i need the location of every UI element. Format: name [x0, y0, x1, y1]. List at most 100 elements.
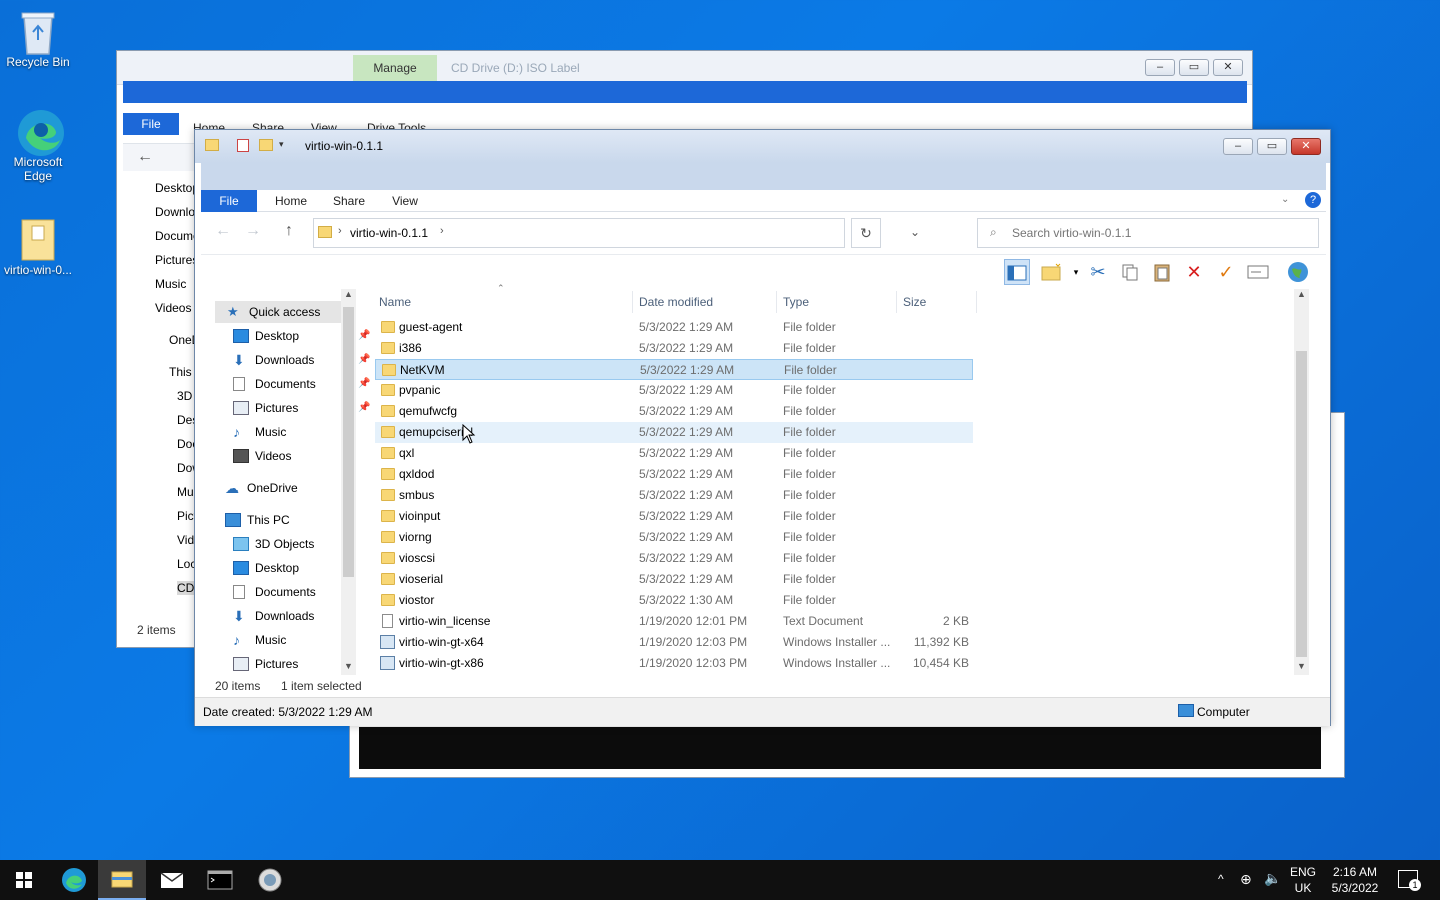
pin-icon[interactable]: 📌 [358, 397, 370, 419]
view-tab[interactable]: View [377, 190, 433, 212]
file-row[interactable]: qemufwcfg 5/3/2022 1:29 AM File folder [375, 401, 973, 422]
cut-icon[interactable]: ✂ [1085, 259, 1111, 285]
file-type: File folder [783, 488, 836, 502]
edge-taskbar-button[interactable] [50, 860, 98, 900]
terminal-taskbar-button[interactable] [196, 860, 244, 900]
home-tab[interactable]: Home [263, 190, 319, 212]
file-scrollbar[interactable]: ▲ ▼ [1294, 289, 1309, 675]
file-row[interactable]: virtio-win-gt-x86 1/19/2020 12:03 PM Windo… [375, 653, 973, 674]
file-explorer-taskbar-button[interactable] [98, 860, 146, 900]
notification-center-icon[interactable]: 1 [1398, 870, 1421, 891]
search-input[interactable] [1012, 223, 1312, 243]
file-row[interactable]: NetKVM 5/3/2022 1:29 AM File folder [375, 359, 973, 380]
back-arrow-icon[interactable]: ← [137, 148, 153, 166]
breadcrumb[interactable]: virtio-win-0.1.1 [350, 226, 428, 240]
address-dropdown-icon[interactable]: ⌄ [910, 225, 920, 239]
address-bar[interactable]: › virtio-win-0.1.1 › ⌄ [313, 218, 920, 248]
edge-icon [62, 868, 86, 892]
file-row[interactable]: vioinput 5/3/2022 1:29 AM File folder [375, 506, 973, 527]
back-side-item[interactable]: Documents [155, 229, 199, 243]
pin-icon[interactable]: 📌 [358, 349, 370, 371]
volume-muted-icon[interactable]: 🔈 [1264, 870, 1281, 887]
file-row[interactable]: qxldod 5/3/2022 1:29 AM File folder [375, 464, 973, 485]
file-row[interactable]: virtio-win-gt-x64 1/19/2020 12:03 PM Windo… [375, 632, 973, 653]
up-arrow-icon[interactable]: ↑ [285, 222, 293, 240]
manage-context-tab[interactable]: Manage [353, 55, 437, 81]
back-side-item[interactable]: Downloads [155, 205, 199, 219]
check-icon[interactable]: ✓ [1213, 259, 1239, 285]
minimize-button[interactable]: – [1223, 138, 1253, 155]
back-side-item[interactable]: Pictures [155, 253, 199, 267]
file-row[interactable]: i386 5/3/2022 1:29 AM File folder [375, 338, 973, 359]
maximize-button[interactable]: ▭ [1257, 138, 1287, 155]
documents-icon [233, 377, 245, 391]
globe-icon[interactable] [1285, 259, 1311, 285]
back-file-tab[interactable]: File [123, 113, 179, 135]
copy-icon[interactable] [1117, 259, 1143, 285]
file-type: File folder [783, 446, 836, 460]
clock[interactable]: 2:16 AM 5/3/2022 [1328, 864, 1382, 896]
file-row[interactable]: viorng 5/3/2022 1:29 AM File folder [375, 527, 973, 548]
scroll-down-icon[interactable]: ▼ [1297, 661, 1306, 671]
pin-icon[interactable]: 📌 [358, 373, 370, 395]
nav-scrollbar[interactable]: ▲ ▼ [341, 289, 356, 675]
file-name: guest-agent [399, 320, 463, 334]
file-name: viorng [399, 530, 432, 544]
nav-scroll-thumb[interactable] [343, 307, 354, 577]
column-header-size[interactable]: Size [897, 291, 977, 313]
properties-icon[interactable] [237, 139, 249, 152]
file-tab[interactable]: File [201, 190, 257, 212]
pin-icon[interactable]: 📌 [358, 325, 370, 347]
file-row[interactable]: qxl 5/3/2022 1:29 AM File folder [375, 443, 973, 464]
forward-arrow-icon[interactable]: → [245, 222, 261, 240]
back-side-item[interactable]: Desktop [155, 181, 199, 195]
edge-desktop-icon[interactable]: Microsoft Edge [0, 108, 76, 183]
back-minimize-button[interactable]: – [1145, 59, 1175, 76]
file-row[interactable]: viostor 5/3/2022 1:30 AM File folder [375, 590, 973, 611]
back-maximize-button[interactable]: ▭ [1179, 59, 1209, 76]
back-side-item[interactable]: Music [155, 277, 199, 291]
breadcrumb-chevron-icon[interactable]: › [440, 225, 444, 237]
file-row[interactable]: vioserial 5/3/2022 1:29 AM File folder [375, 569, 973, 590]
explorer-window[interactable]: ▾ virtio-win-0.1.1 – ▭ ✕ File Home Share… [194, 129, 1331, 726]
start-button[interactable] [0, 860, 48, 900]
language-indicator[interactable]: ENG UK [1290, 864, 1316, 896]
paste-icon[interactable] [1149, 259, 1175, 285]
preview-pane-icon[interactable] [1004, 259, 1030, 285]
refresh-icon[interactable]: ↻ [851, 218, 881, 248]
back-side-item[interactable]: Videos [155, 301, 199, 315]
file-scroll-thumb[interactable] [1296, 351, 1307, 657]
help-icon[interactable]: ? [1305, 192, 1321, 208]
breadcrumb-chevron-icon[interactable]: › [338, 225, 342, 237]
mail-taskbar-button[interactable] [148, 860, 196, 900]
file-row[interactable]: virtio-win_license 1/19/2020 12:01 PM Text… [375, 611, 973, 632]
file-row[interactable]: smbus 5/3/2022 1:29 AM File folder [375, 485, 973, 506]
new-folder-icon[interactable] [1039, 259, 1065, 285]
rename-icon[interactable] [1245, 259, 1271, 285]
network-icon[interactable]: ⊕ [1240, 871, 1252, 888]
delete-icon[interactable]: ✕ [1181, 259, 1207, 285]
search-box[interactable]: ⌕ [977, 218, 1319, 248]
share-tab[interactable]: Share [321, 190, 377, 212]
column-header-date[interactable]: Date modified [633, 291, 777, 313]
file-row[interactable]: vioscsi 5/3/2022 1:29 AM File folder [375, 548, 973, 569]
tray-chevron-icon[interactable]: ^ [1218, 872, 1224, 886]
qat-dropdown-icon[interactable]: ▾ [279, 139, 284, 150]
scroll-up-icon[interactable]: ▲ [344, 289, 353, 299]
back-close-button[interactable]: ✕ [1213, 59, 1243, 76]
nav-label: Documents [255, 377, 316, 391]
file-row[interactable]: pvpanic 5/3/2022 1:29 AM File folder [375, 380, 973, 401]
column-header-type[interactable]: Type [777, 291, 897, 313]
ribbon-expand-icon[interactable]: ⌄ [1281, 194, 1289, 205]
file-row[interactable]: guest-agent 5/3/2022 1:29 AM File folder [375, 317, 973, 338]
column-header-name[interactable]: Name [373, 291, 633, 313]
new-folder-icon[interactable] [259, 139, 273, 151]
globe-taskbar-button[interactable] [246, 860, 294, 900]
back-arrow-icon[interactable]: ← [215, 222, 231, 240]
recycle-bin-desktop-icon[interactable]: Recycle Bin [0, 8, 76, 69]
close-button[interactable]: ✕ [1291, 138, 1321, 155]
text-document-icon [382, 614, 393, 628]
scroll-up-icon[interactable]: ▲ [1297, 289, 1306, 299]
scroll-down-icon[interactable]: ▼ [344, 661, 353, 671]
virtio-folder-desktop-icon[interactable]: virtio-win-0... [0, 216, 76, 277]
